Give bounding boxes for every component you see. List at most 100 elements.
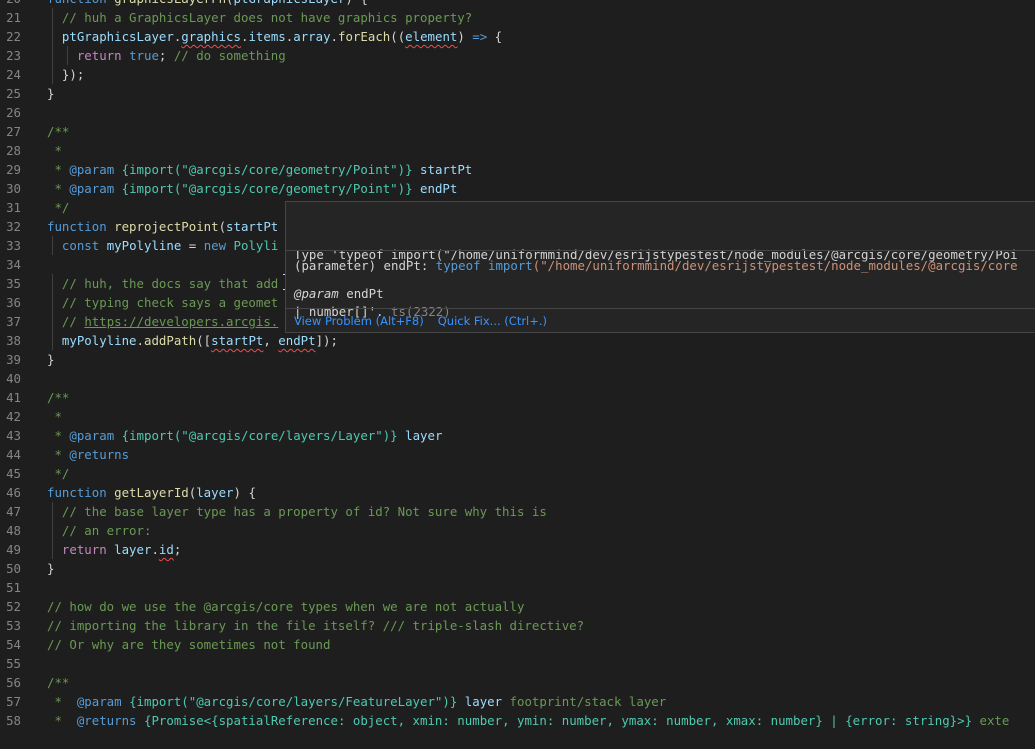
code-line[interactable]: 30 * @param {import("@arcgis/core/geomet…: [0, 179, 1035, 198]
code-line[interactable]: 22 ptGraphicsLayer.graphics.items.array.…: [0, 27, 1035, 46]
code-text: const myPolyline = new Polyli: [47, 236, 278, 255]
line-number: 38: [6, 333, 21, 348]
code-token: startPt: [226, 219, 279, 234]
code-line[interactable]: 28 *: [0, 141, 1035, 160]
line-number: 41: [6, 390, 21, 405]
code-line[interactable]: 21 // huh a GraphicsLayer does not have …: [0, 8, 1035, 27]
sig-typeof: typeof: [435, 258, 488, 273]
code-line[interactable]: 56 /**: [0, 673, 1035, 692]
code-token: function: [47, 485, 115, 500]
error-message: Type 'typeof import("/home/uniformmind/d…: [294, 207, 1018, 359]
code-text: * @returns: [47, 445, 129, 464]
code-token: addPath: [144, 333, 197, 348]
code-line[interactable]: 54 // Or why are they sometimes not found: [0, 635, 1035, 654]
code-text: * @param {import("@arcgis/core/geometry/…: [47, 179, 457, 198]
code-line[interactable]: 44 * @returns: [0, 445, 1035, 464]
code-line[interactable]: 24 });: [0, 65, 1035, 84]
code-line[interactable]: 52 // how do we use the @arcgis/core type…: [0, 597, 1035, 616]
code-token: =>: [472, 29, 488, 44]
code-line[interactable]: 42 *: [0, 407, 1035, 426]
line-number: 58: [6, 713, 21, 728]
code-token: }: [47, 561, 55, 576]
code-token: .: [330, 29, 339, 44]
code-line[interactable]: 20 function graphicsLayerFn(ptGraphicsLay…: [0, 0, 1035, 8]
code-line[interactable]: 49 return layer.id;: [0, 540, 1035, 559]
code-token: forEach: [338, 29, 391, 44]
code-token: // typing check says a geomet: [61, 295, 279, 310]
code-line[interactable]: 26: [0, 103, 1035, 122]
code-editor[interactable]: 20function graphicsLayerFn(ptGraphicsLay…: [0, 0, 1035, 749]
code-line[interactable]: 40: [0, 369, 1035, 388]
code-line[interactable]: 53 // importing the library in the file i…: [0, 616, 1035, 635]
code-token: *: [47, 409, 62, 424]
code-token: *: [47, 181, 70, 196]
code-token: new: [203, 238, 234, 253]
code-line[interactable]: 55: [0, 654, 1035, 673]
sig-path: ("/home/uniformmind/dev/esrijstypestest/…: [532, 258, 1018, 273]
code-text: return layer.id;: [47, 540, 181, 559]
line-number: 54: [6, 637, 21, 652]
code-token: https://developers.arcgis.: [84, 314, 279, 329]
code-token: //: [61, 314, 85, 329]
code-line[interactable]: 51: [0, 578, 1035, 597]
code-line[interactable]: 43 * @param {import("@arcgis/core/layers…: [0, 426, 1035, 445]
code-token: /**: [47, 124, 70, 139]
code-token: ([: [196, 333, 212, 348]
code-text: /**: [47, 122, 69, 141]
code-token: // do something: [173, 48, 286, 63]
code-token: // importing the library in the file its…: [47, 618, 585, 633]
code-text: }: [47, 84, 54, 103]
quick-fix-link[interactable]: Quick Fix... (Ctrl+.): [438, 314, 547, 328]
code-token: *: [47, 694, 77, 709]
code-line[interactable]: 25}: [0, 84, 1035, 103]
code-text: */: [47, 464, 69, 483]
sig-name: endPt: [383, 258, 421, 273]
code-text: *: [47, 407, 62, 426]
code-token: @returns: [76, 713, 137, 728]
code-token: // huh, the docs say that add: [61, 276, 279, 291]
code-token: *: [47, 428, 70, 443]
line-number: 42: [6, 409, 21, 424]
code-text: // the base layer type has a property of…: [47, 502, 547, 521]
code-token: layer: [464, 694, 503, 709]
line-number: 28: [6, 143, 21, 158]
code-token: // an error:: [61, 523, 152, 538]
code-line[interactable]: 50}: [0, 559, 1035, 578]
line-number: 36: [6, 295, 21, 310]
code-line[interactable]: 23 return true; // do something: [0, 46, 1035, 65]
code-line[interactable]: 57 * @param {import("@arcgis/core/layers…: [0, 692, 1035, 711]
code-line[interactable]: 46 function getLayerId(layer) {: [0, 483, 1035, 502]
code-text: // Or why are they sometimes not found: [47, 635, 330, 654]
code-line[interactable]: 45 */: [0, 464, 1035, 483]
line-number: 32: [6, 219, 21, 234]
code-text: // huh a GraphicsLayer does not have gra…: [47, 8, 472, 27]
view-problem-link[interactable]: View Problem (Alt+F8): [294, 314, 424, 328]
code-line[interactable]: 41 /**: [0, 388, 1035, 407]
code-line[interactable]: 48 // an error:: [0, 521, 1035, 540]
line-number: 50: [6, 561, 21, 576]
line-number: 22: [6, 29, 21, 44]
code-token: function: [47, 219, 115, 234]
code-line[interactable]: 47 // the base layer type has a property…: [0, 502, 1035, 521]
code-text: // an error:: [47, 521, 152, 540]
code-token: /**: [47, 390, 70, 405]
code-line[interactable]: 29 * @param {import("@arcgis/core/geomet…: [0, 160, 1035, 179]
code-token: *: [47, 143, 62, 158]
code-line[interactable]: 27 /**: [0, 122, 1035, 141]
line-number: 55: [6, 656, 21, 671]
code-token: graphicsLayerFn: [114, 0, 226, 6]
code-token: startPt: [420, 162, 473, 177]
code-token: layer: [196, 485, 234, 500]
jsdoc: @param endPt: [294, 284, 384, 303]
code-token: ptGraphicsLayer: [61, 29, 174, 44]
code-token: ((: [390, 29, 406, 44]
code-line[interactable]: 58 * @returns {Promise<{spatialReference…: [0, 711, 1035, 730]
line-number: 56: [6, 675, 21, 690]
line-number: 26: [6, 105, 21, 120]
tooltip-actions: View Problem (Alt+F8) Quick Fix... (Ctrl+…: [294, 314, 561, 328]
tooltip-divider: [286, 250, 1035, 251]
